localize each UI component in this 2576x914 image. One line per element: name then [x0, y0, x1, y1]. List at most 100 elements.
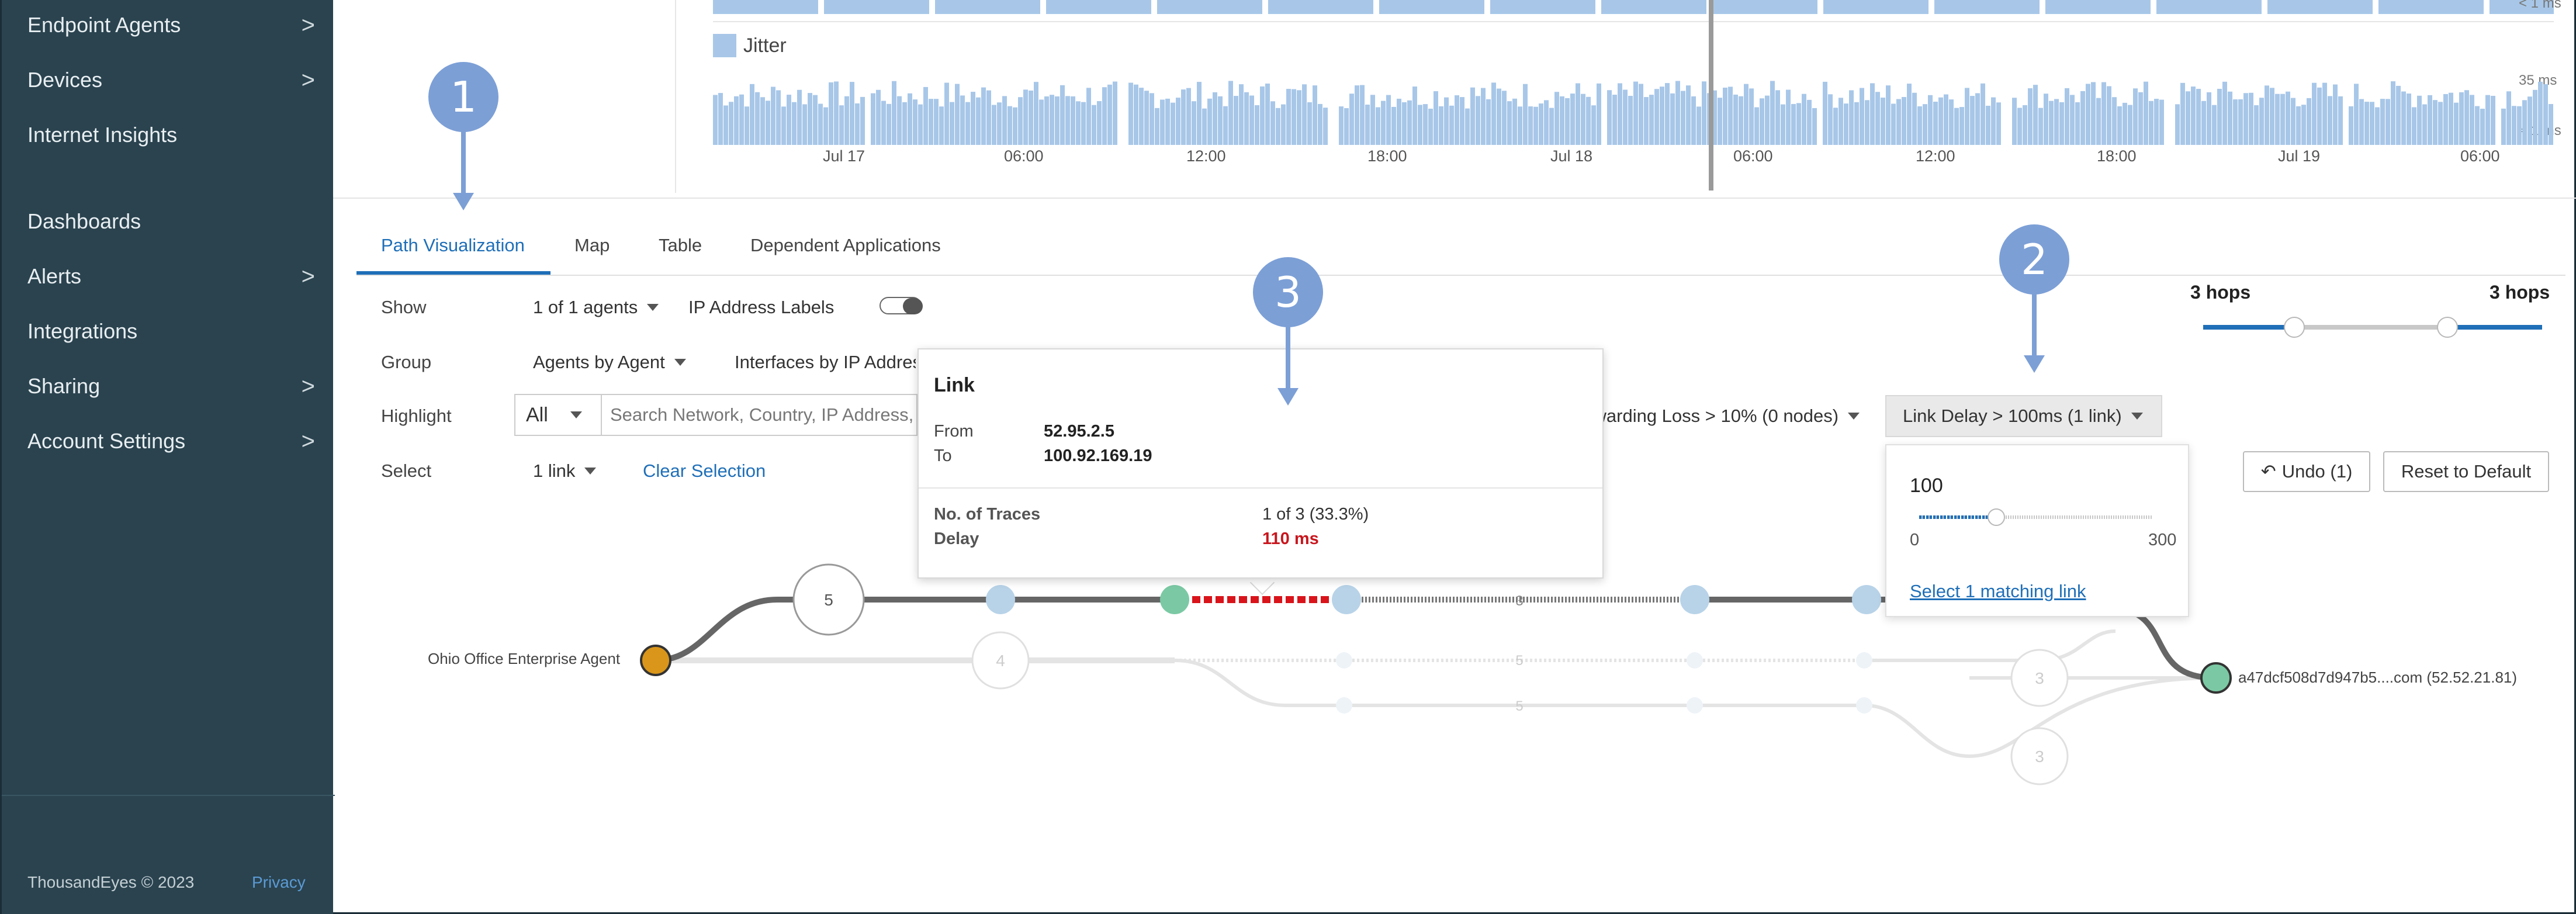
- top-strip-bar: [1157, 0, 1262, 14]
- jitter-bar: [2112, 97, 2117, 145]
- jitter-bar: [1223, 106, 1228, 145]
- jitter-bar: [1533, 106, 1538, 145]
- jitter-bar: [2138, 92, 2143, 145]
- path-node-faded[interactable]: [1856, 652, 1872, 669]
- path-link-active[interactable]: [2115, 605, 2215, 681]
- sidebar-item-label: Endpoint Agents: [27, 13, 181, 37]
- highlight-select[interactable]: All: [514, 394, 602, 436]
- hops-range-slider[interactable]: [2203, 316, 2542, 339]
- jitter-bar: [887, 103, 891, 145]
- sidebar-item-sharing[interactable]: Sharing >: [27, 373, 320, 399]
- group-interfaces-dropdown[interactable]: Interfaces by IP Address: [735, 352, 916, 373]
- select-label: Select: [381, 461, 432, 481]
- sidebar-item-devices[interactable]: Devices >: [27, 67, 320, 93]
- forwarding-loss-filter[interactable]: Forwarding Loss > 10% (0 nodes): [1566, 406, 1860, 427]
- jitter-bar: [1917, 106, 1922, 145]
- tab-map[interactable]: Map: [574, 235, 610, 256]
- privacy-link[interactable]: Privacy: [252, 873, 306, 892]
- jitter-bar: [2059, 102, 2064, 145]
- jitter-bar: [2175, 104, 2180, 145]
- ip-address-labels-toggle[interactable]: [880, 297, 923, 314]
- jitter-bar: [1386, 95, 1391, 145]
- jitter-bar: [1207, 98, 1212, 145]
- path-node[interactable]: [1332, 585, 1361, 614]
- undo-button[interactable]: ↶ Undo (1): [2243, 451, 2370, 492]
- sidebar-item-integrations[interactable]: Integrations: [27, 319, 320, 344]
- reset-default-button[interactable]: Reset to Default: [2383, 451, 2549, 492]
- top-strip-bar: [1712, 0, 1817, 14]
- path-node-faded[interactable]: [1687, 697, 1703, 714]
- time-cursor[interactable]: [1709, 0, 1713, 191]
- jitter-bar: [2338, 96, 2343, 145]
- path-node-faded[interactable]: [1336, 652, 1352, 669]
- path-link-faded[interactable]: [1864, 629, 2116, 662]
- copyright-text: ThousandEyes © 2023: [27, 873, 195, 891]
- jitter-bar: [2222, 81, 2227, 145]
- jitter-bar: [1023, 89, 1028, 145]
- jitter-bar: [923, 86, 928, 145]
- jitter-bar: [1802, 94, 1806, 145]
- jitter-bar: [1791, 103, 1796, 145]
- top-strip-bar: [1490, 0, 1595, 14]
- select-links-dropdown[interactable]: 1 link: [533, 461, 597, 482]
- jitter-bar: [2317, 87, 2322, 145]
- path-node[interactable]: [1680, 585, 1709, 614]
- jitter-bar: [2070, 95, 2075, 145]
- jitter-bar: [1991, 97, 1996, 145]
- path-node-selected[interactable]: [1160, 585, 1189, 614]
- jitter-bar: [944, 82, 949, 145]
- jitter-bar: [2054, 99, 2059, 145]
- path-link-faded[interactable]: [1969, 676, 2215, 758]
- jitter-bar: [2275, 94, 2280, 145]
- sidebar-item-internet-insights[interactable]: Internet Insights: [27, 123, 320, 147]
- jitter-bar: [1186, 88, 1191, 145]
- clear-selection-link[interactable]: Clear Selection: [643, 461, 766, 482]
- top-strip-bar: [1823, 0, 1928, 14]
- jitter-bar: [2180, 82, 2185, 145]
- sidebar-item-account-settings[interactable]: Account Settings >: [27, 428, 320, 454]
- path-node[interactable]: [1852, 585, 1881, 614]
- path-node-faded[interactable]: [1856, 697, 1872, 714]
- group-agents-value: Agents by Agent: [533, 352, 665, 372]
- jitter-bar: [813, 95, 818, 145]
- highlight-search-input[interactable]: Search Network, Country, IP Address, ...: [602, 394, 917, 436]
- sidebar-item-endpoint-agents[interactable]: Endpoint Agents >: [27, 12, 320, 38]
- destination-node[interactable]: [2200, 662, 2232, 694]
- jitter-bar: [1481, 88, 1486, 145]
- jitter-legend[interactable]: Jitter: [713, 34, 787, 57]
- jitter-bar: [2154, 99, 2159, 145]
- jitter-bar: [2265, 85, 2269, 145]
- jitter-bar: [2538, 81, 2543, 145]
- sidebar-item-dashboards[interactable]: Dashboards: [27, 209, 320, 234]
- hops-max-handle[interactable]: [2437, 317, 2458, 338]
- show-agents-dropdown[interactable]: 1 of 1 agents: [533, 297, 659, 318]
- sidebar-item-alerts[interactable]: Alerts >: [27, 264, 320, 289]
- jitter-bar: [2422, 104, 2427, 145]
- path-node-faded[interactable]: [1336, 697, 1352, 714]
- jitter-chart[interactable]: [713, 70, 2554, 145]
- path-link-faded[interactable]: [1864, 704, 1970, 758]
- delay-slider-handle[interactable]: [1988, 508, 2005, 526]
- agent-node[interactable]: [640, 645, 671, 676]
- link-delay-filter[interactable]: Link Delay > 100ms (1 link): [1885, 395, 2162, 437]
- jitter-bar: [1407, 100, 1412, 145]
- group-agents-dropdown[interactable]: Agents by Agent: [533, 352, 686, 373]
- delay-max-label: 300: [2148, 531, 2177, 549]
- path-link-active[interactable]: [655, 597, 1180, 663]
- path-node[interactable]: [986, 585, 1015, 614]
- tab-dependent-applications[interactable]: Dependent Applications: [750, 235, 941, 256]
- hops-min-handle[interactable]: [2284, 317, 2305, 338]
- jitter-bar: [1412, 86, 1417, 145]
- select-matching-link[interactable]: Select 1 matching link: [1910, 581, 2086, 602]
- jitter-bar: [1313, 85, 1317, 145]
- jitter-bar: [960, 95, 965, 145]
- path-node-faded[interactable]: [1687, 652, 1703, 669]
- reset-label: Reset to Default: [2401, 461, 2532, 482]
- tab-table[interactable]: Table: [659, 235, 702, 256]
- delay-threshold-slider[interactable]: [1919, 508, 2153, 526]
- top-strip-bar: [824, 0, 929, 14]
- annotation-arrow-1: [453, 131, 474, 210]
- tab-path-visualization[interactable]: Path Visualization: [381, 235, 525, 256]
- jitter-bar: [1649, 95, 1654, 145]
- jitter-bar: [2033, 85, 2038, 145]
